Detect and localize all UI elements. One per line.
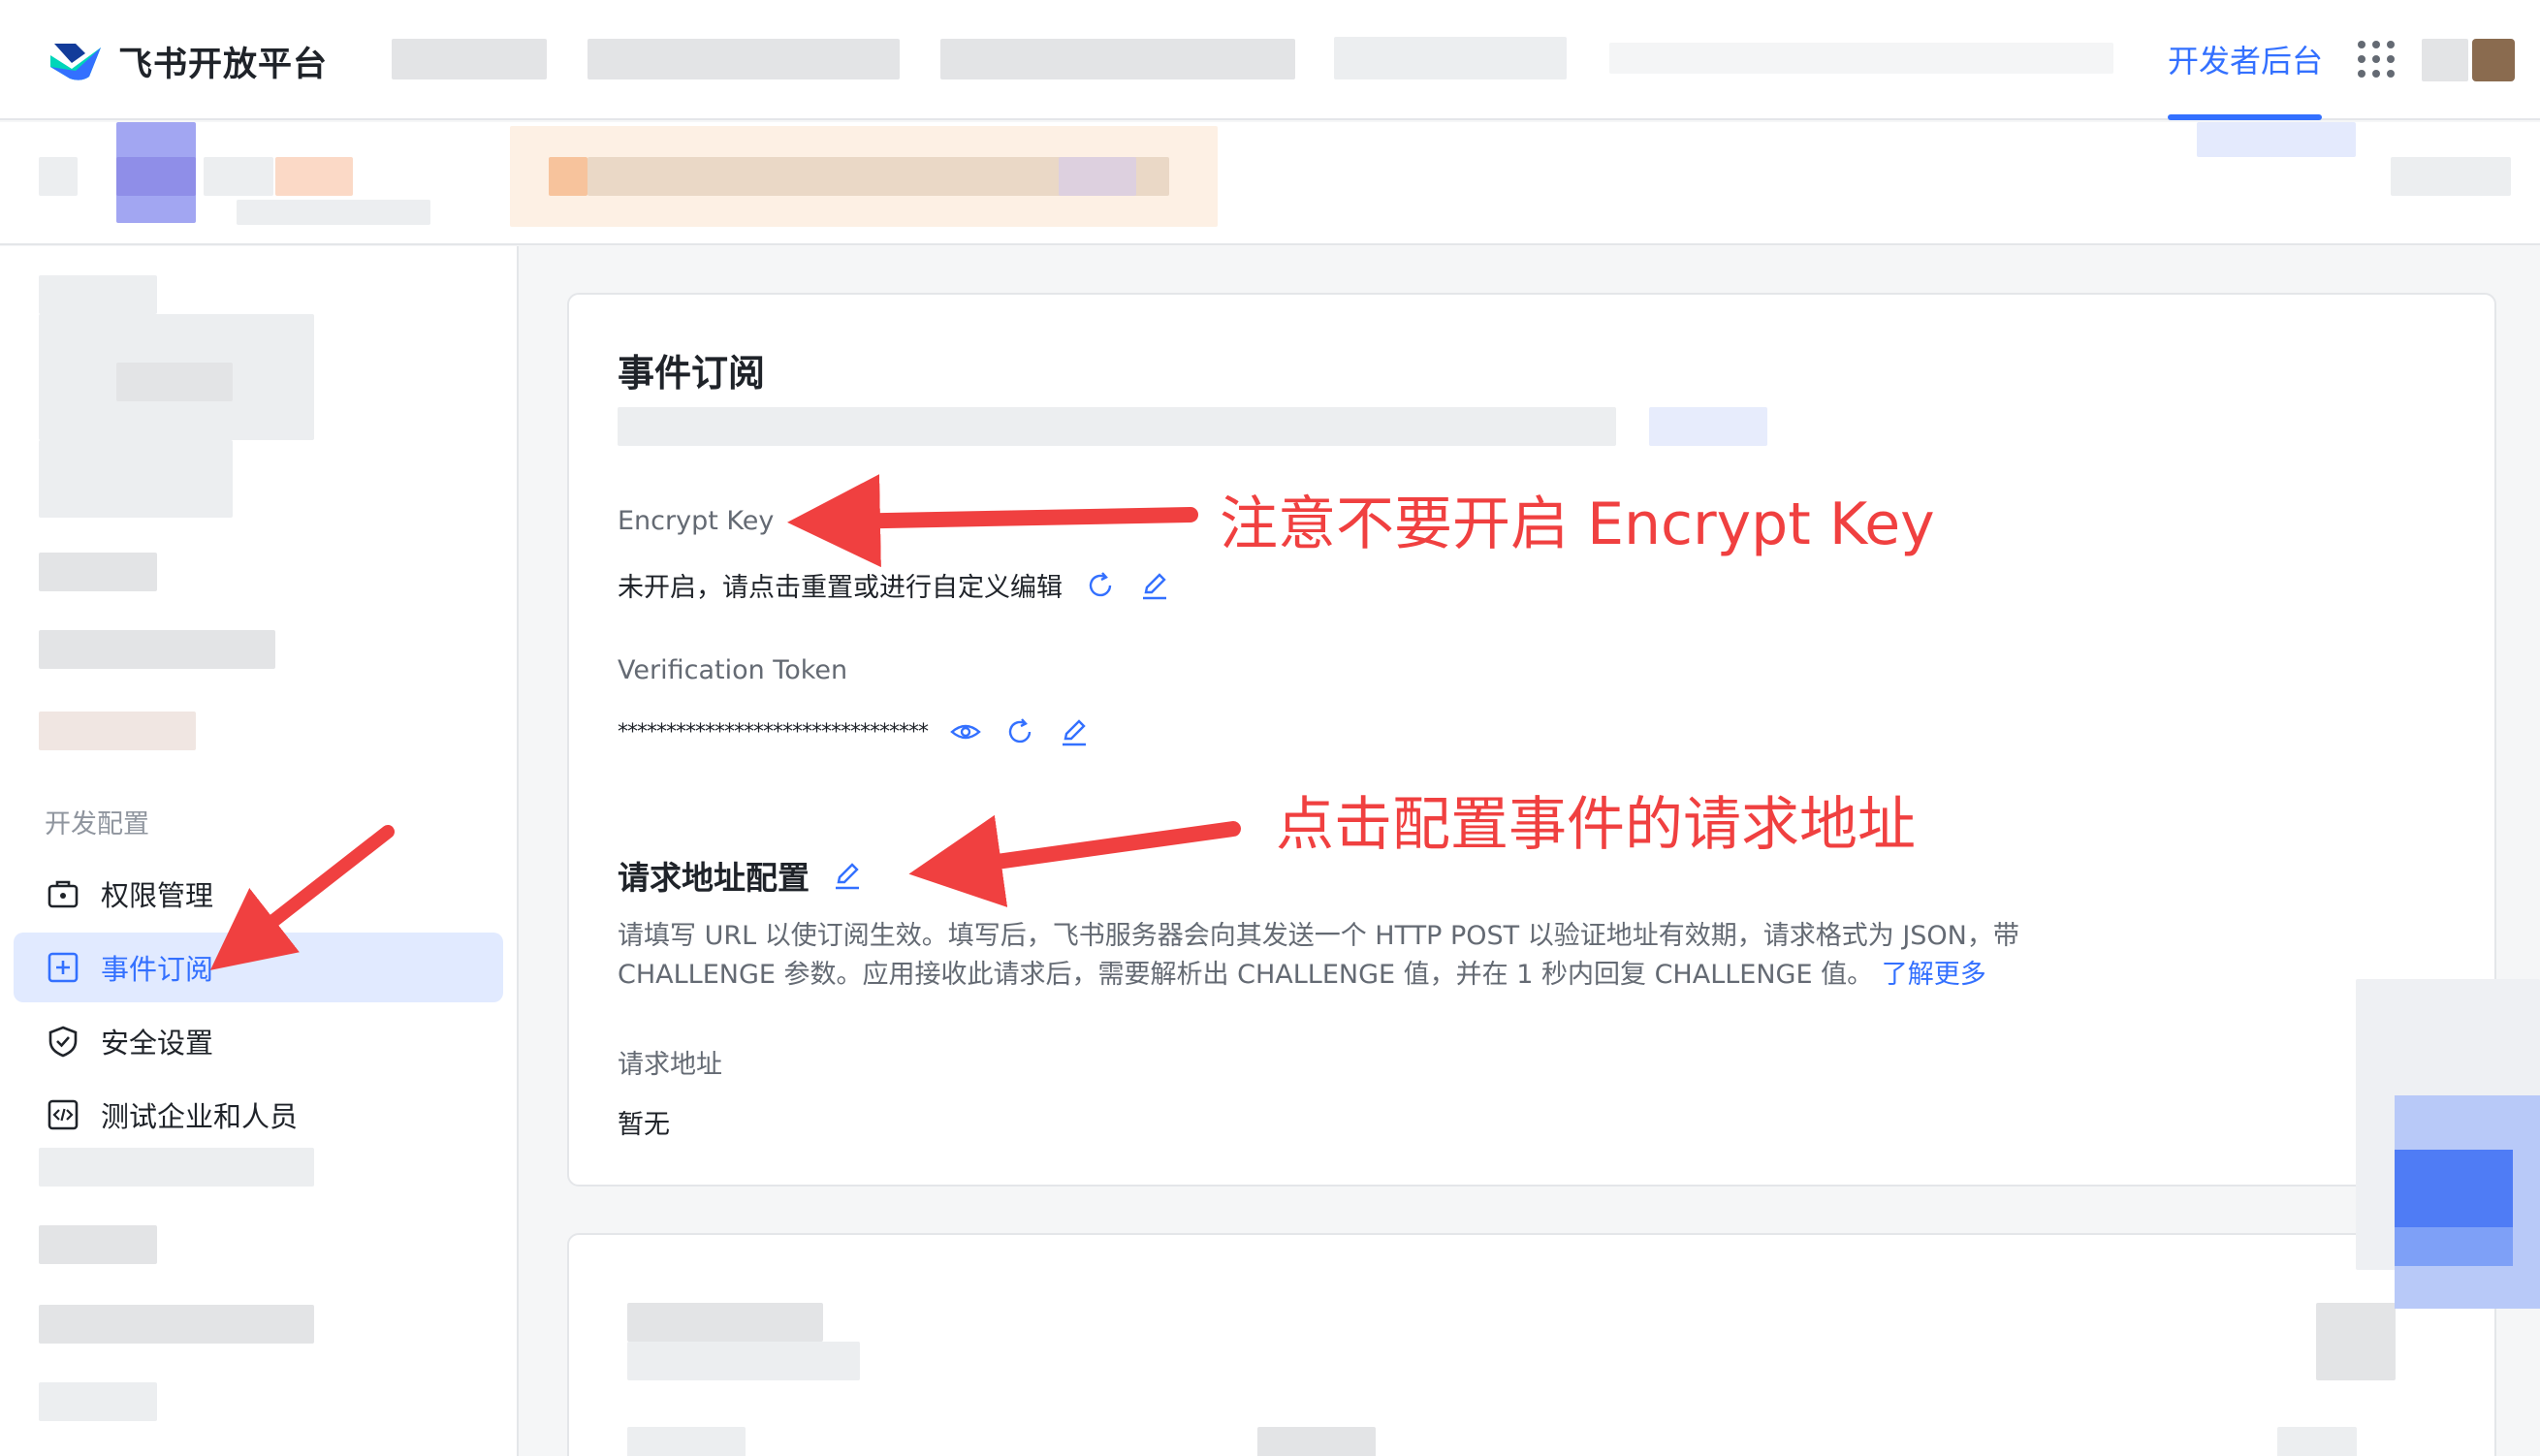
request-url-label: 请求地址 [618, 1050, 722, 1080]
blurred-block [2316, 1303, 2396, 1380]
sidebar-item-events[interactable]: 事件订阅 [14, 933, 503, 1002]
secondary-card [567, 1233, 2496, 1456]
blurred-block [39, 1305, 314, 1344]
code-icon [48, 1099, 79, 1130]
blurred-block [204, 157, 273, 196]
blurred-block [627, 1427, 746, 1456]
app-icon-blurred [116, 157, 196, 196]
blurred-block [1059, 157, 1136, 196]
blurred-panel [2395, 1227, 2513, 1266]
annotation-encrypt-key: 注意不要开启 Encrypt Key [1220, 491, 1935, 558]
blurred-block [2277, 1427, 2357, 1456]
edit-icon[interactable] [1138, 569, 1171, 602]
learn-more-link[interactable]: 了解更多 [1882, 960, 1986, 990]
nav-item-blurred[interactable] [940, 39, 1295, 79]
blurred-block [39, 1382, 157, 1421]
request-url-config-title: 请求地址配置 [618, 852, 864, 899]
avatar[interactable] [2472, 39, 2515, 81]
blurred-block [627, 1303, 823, 1342]
verification-token-label: Verification Token [618, 655, 848, 685]
dev-console-link[interactable]: 开发者后台 [2168, 37, 2323, 81]
edit-icon[interactable] [1058, 715, 1091, 748]
top-navigation: 飞书开放平台 开发者后台 [0, 0, 2540, 120]
sidebar-item-label: 安全设置 [101, 1027, 214, 1060]
sidebar: 开发配置 权限管理 事件订阅 安全设置 测试企业和人员 [0, 246, 519, 1456]
encrypt-key-label: Encrypt Key [618, 506, 775, 536]
request-url-description: 请填写 URL 以使订阅生效。填写后，飞书服务器会向其发送一个 HTTP POS… [618, 917, 2130, 995]
request-url-value: 暂无 [618, 1110, 670, 1140]
blurred-block [39, 1225, 157, 1264]
event-subscription-card: 事件订阅 Encrypt Key 未开启，请点击重置或进行自定义编辑 Verif… [567, 293, 2496, 1187]
verification-token-value: ******************************** [618, 719, 929, 744]
section-title-text: 请求地址配置 [618, 859, 810, 897]
apps-grid-icon[interactable] [2358, 41, 2395, 78]
permission-icon [48, 880, 79, 908]
refresh-icon[interactable] [1084, 569, 1117, 602]
sidebar-item-label: 权限管理 [101, 879, 214, 912]
blurred-block [275, 157, 353, 196]
active-tab-indicator [2168, 114, 2322, 120]
eye-icon[interactable] [949, 715, 982, 748]
app-info-bar [0, 122, 2540, 245]
logo[interactable]: 飞书开放平台 [47, 37, 328, 86]
blurred-block [1257, 1427, 1376, 1456]
verification-token-row: ******************************** [618, 715, 1091, 748]
nav-item-blurred[interactable] [587, 39, 900, 79]
logo-text: 飞书开放平台 [118, 46, 329, 84]
blurred-block [237, 200, 430, 225]
annotation-request-url: 点击配置事件的请求地址 [1276, 791, 1916, 859]
blurred-block [2197, 122, 2356, 157]
page-title: 事件订阅 [618, 352, 766, 395]
blurred-block [549, 157, 587, 196]
blurred-block [39, 1148, 314, 1187]
sidebar-item-security[interactable]: 安全设置 [14, 1006, 503, 1076]
sidebar-item-test-orgs[interactable]: 测试企业和人员 [14, 1080, 503, 1150]
sidebar-item-label: 事件订阅 [101, 953, 214, 986]
sidebar-item-label: 测试企业和人员 [101, 1100, 299, 1133]
edit-icon[interactable] [831, 859, 864, 892]
description-text: 请填写 URL 以使订阅生效。填写后，飞书服务器会向其发送一个 HTTP POS… [618, 921, 2019, 990]
blurred-description [618, 407, 1616, 446]
blurred-block [39, 157, 78, 196]
encrypt-key-row: 未开启，请点击重置或进行自定义编辑 [618, 566, 1171, 604]
feishu-logo-icon [50, 43, 101, 80]
blurred-block [39, 630, 275, 669]
refresh-icon[interactable] [1003, 715, 1036, 748]
blurred-link[interactable] [1649, 407, 1767, 446]
blurred-block [39, 440, 233, 518]
blurred-block [627, 1342, 860, 1380]
event-icon [48, 952, 79, 983]
nav-item-blurred[interactable] [1334, 37, 1567, 79]
nav-item-blurred[interactable] [392, 39, 547, 79]
blurred-block [2391, 157, 2511, 196]
blurred-block [116, 363, 233, 401]
sidebar-item-permissions[interactable]: 权限管理 [14, 859, 503, 929]
blurred-block [39, 275, 157, 314]
nav-item-blurred[interactable] [2422, 39, 2468, 81]
shield-icon [48, 1026, 78, 1058]
encrypt-key-value: 未开启，请点击重置或进行自定义编辑 [618, 573, 1063, 603]
blurred-block [39, 712, 196, 750]
sidebar-section-title: 开发配置 [45, 809, 149, 839]
search-blurred[interactable] [1609, 43, 2113, 74]
blurred-block [39, 553, 157, 591]
